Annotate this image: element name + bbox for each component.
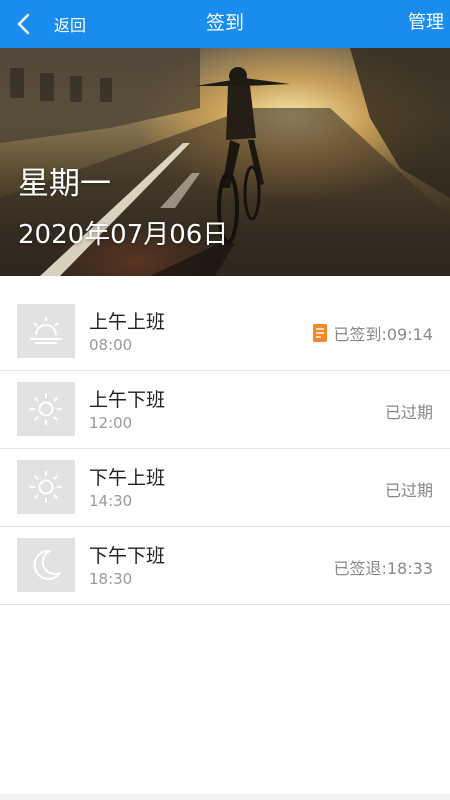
date-label: 2020年07月06日 (18, 220, 229, 250)
icon-tile (17, 460, 75, 514)
bottom-divider (0, 794, 450, 800)
status-label: 已过期 (384, 481, 433, 500)
sun-icon (30, 393, 62, 425)
attendance-list: 上午上班 08:00 已签到:09:14 上午下班 12:00 已过期 下午上班… (0, 293, 450, 605)
status-label: 已签到:09:14 (333, 325, 433, 344)
document-icon (313, 324, 328, 342)
sunrise-icon (30, 317, 62, 344)
shift-label: 下午上班 (89, 467, 166, 489)
icon-tile (17, 538, 75, 592)
status-text: 已过期 (385, 399, 433, 423)
chevron-left-icon (17, 13, 30, 35)
manage-button[interactable]: 管理 (408, 0, 444, 48)
status-label: 已过期 (384, 403, 433, 422)
shift-time: 12:00 (89, 414, 133, 432)
sun-icon (30, 471, 62, 503)
shift-label: 下午下班 (89, 545, 166, 567)
shift-time: 08:00 (89, 336, 133, 354)
status-label: 已签退:18:33 (333, 559, 433, 578)
icon-tile (17, 304, 75, 358)
moon-icon (33, 549, 61, 580)
back-button[interactable]: 返回 (0, 0, 110, 48)
list-item[interactable]: 上午下班 12:00 已过期 (0, 371, 450, 449)
top-bar: 返回 签到 管理 (0, 0, 450, 48)
shift-time: 18:30 (89, 570, 133, 588)
list-item[interactable]: 下午上班 14:30 已过期 (0, 449, 450, 527)
shift-label: 上午上班 (89, 311, 166, 333)
icon-tile (17, 382, 75, 436)
list-item[interactable]: 下午下班 18:30 已签退:18:33 (0, 527, 450, 605)
status-text: 已签退:18:33 (333, 555, 433, 579)
shift-label: 上午下班 (89, 389, 166, 411)
status-text: 已过期 (385, 477, 433, 501)
weekday-label: 星期一 (18, 166, 111, 202)
shift-time: 14:30 (89, 492, 133, 510)
list-item[interactable]: 上午上班 08:00 已签到:09:14 (0, 293, 450, 371)
back-label: 返回 (54, 16, 87, 35)
status-text: 已签到:09:14 (313, 321, 433, 345)
hero-banner: 星期一 2020年07月06日 (0, 48, 450, 276)
